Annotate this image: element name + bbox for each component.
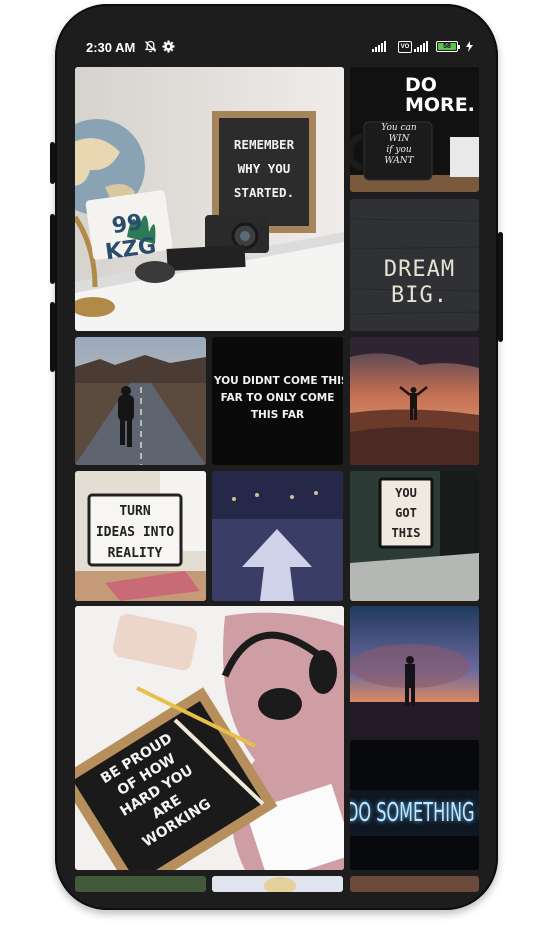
power-button: [498, 232, 503, 342]
photo-neon-sign[interactable]: DO SOMETHING GREAT: [350, 740, 479, 870]
photo-remember-why-you-started[interactable]: REMEMBER WHY YOU STARTED. 99 KZG: [75, 67, 344, 331]
mug-text: You can WIN if you WANT: [381, 123, 417, 166]
do-more-text: DO MORE.: [405, 74, 475, 116]
status-bar: 2:30 AM VO 58: [74, 28, 480, 64]
photo-do-more-mug[interactable]: DO MORE. You can WIN if you WANT: [350, 67, 479, 192]
signal-icon-2: [414, 41, 428, 52]
volte-icon: VO: [398, 41, 412, 53]
letterboard-text: REMEMBER WHY YOU STARTED.: [233, 137, 295, 200]
photo-partial-bottom-middle[interactable]: [212, 876, 343, 892]
photo-man-on-road[interactable]: [75, 337, 206, 465]
you-didnt-come-text: YOU DIDNT COME THIS FAR TO ONLY COME THI…: [214, 375, 343, 421]
turn-ideas-text: TURN IDEAS INTO REALITY: [95, 504, 175, 561]
neon-text: DO SOMETHING GREAT: [350, 798, 475, 828]
dream-big-text: DREAM BIG.: [383, 257, 456, 308]
photo-dream-big[interactable]: DREAM BIG.: [350, 199, 479, 331]
photo-silhouette-sunset[interactable]: [350, 606, 479, 736]
photo-turn-ideas-into-reality[interactable]: TURN IDEAS INTO REALITY: [75, 471, 206, 601]
side-key: [50, 302, 55, 372]
silhouette-illustration: [350, 606, 479, 736]
volume-up-button: [50, 142, 55, 184]
photo-partial-bottom-left[interactable]: [75, 876, 206, 892]
charging-icon: [466, 41, 473, 52]
arrow-road-illustration: [212, 471, 343, 601]
road-scene-illustration: [75, 337, 206, 465]
signal-icon: [372, 41, 386, 52]
muted-bell-icon: [144, 40, 157, 53]
status-time: 2:30 AM: [86, 40, 136, 55]
photo-arms-raised-sunset[interactable]: [350, 337, 479, 465]
photo-be-proud-letterboard[interactable]: BE PROUD OF HOW HARD YOU ARE WORKING: [75, 606, 344, 870]
battery-icon: 58: [436, 41, 460, 52]
photo-arrow-road-night[interactable]: [212, 471, 343, 601]
volume-down-button: [50, 214, 55, 284]
photo-you-didnt-come-this-far[interactable]: YOU DIDNT COME THIS FAR TO ONLY COME THI…: [212, 337, 343, 465]
photo-you-got-this[interactable]: YOU GOT THIS: [350, 471, 479, 601]
photo-partial-bottom-right[interactable]: [350, 876, 479, 892]
screen: 2:30 AM VO 58 REMEMBER WHY YOU STARTED. …: [74, 28, 480, 892]
sunset-scene-illustration: [350, 337, 479, 465]
gear-icon: [162, 40, 175, 53]
battery-level: 58: [438, 43, 456, 50]
you-got-this-text: YOU GOT THIS: [391, 486, 421, 540]
